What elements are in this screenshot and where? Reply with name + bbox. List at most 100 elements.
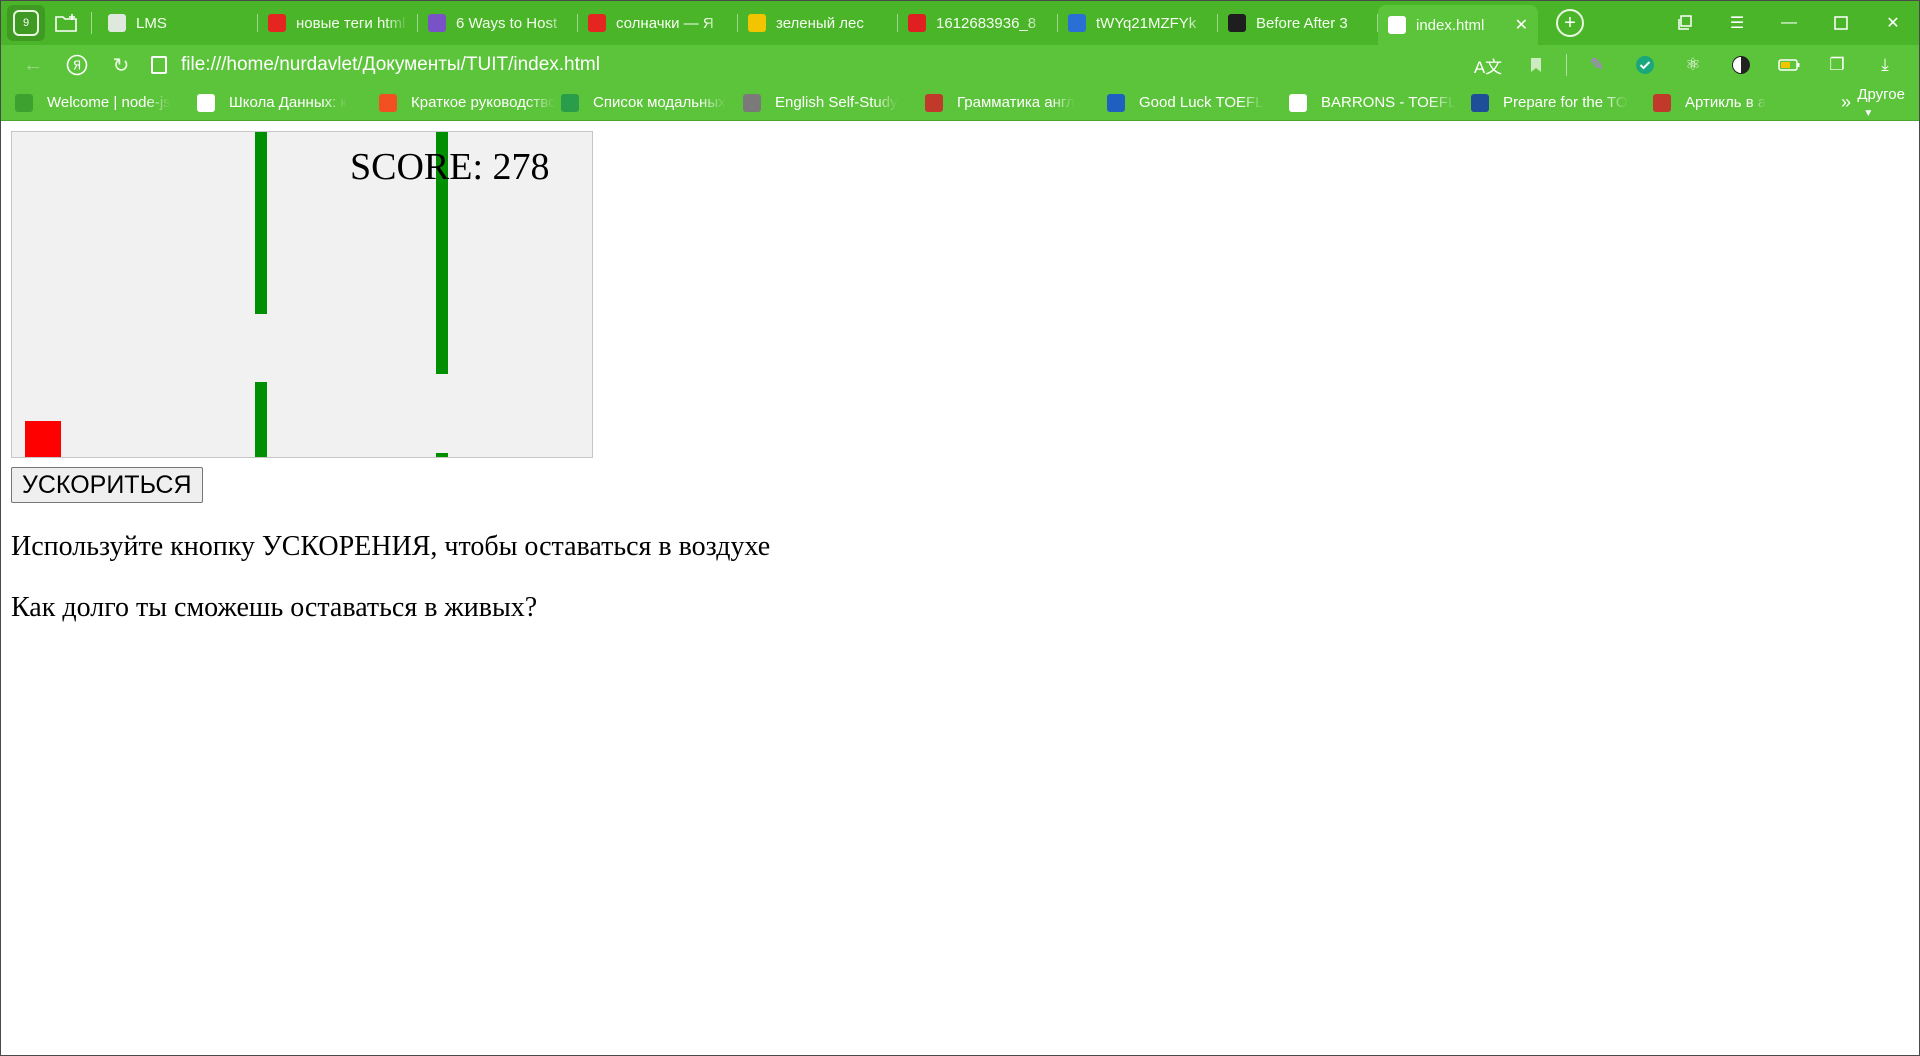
tab-3[interactable]: 6 Ways to Host xyxy=(418,4,578,42)
tab-label: tWYq21MZFYk xyxy=(1096,14,1197,32)
tab-separator xyxy=(91,12,92,34)
tab-label: зеленый лес xyxy=(776,14,864,32)
chevron-double-right-icon: » xyxy=(1841,92,1852,112)
bookmark-item[interactable]: Артикль в а xyxy=(1653,93,1835,112)
avatar-icon xyxy=(428,14,446,32)
maximize-button[interactable] xyxy=(1815,1,1867,45)
acrobat-icon xyxy=(908,14,926,32)
folder-plus-icon xyxy=(55,14,77,32)
game-canvas[interactable]: SCORE: 278 xyxy=(11,131,593,458)
a-icon xyxy=(561,93,579,112)
pipe-bottom xyxy=(255,382,267,457)
new-tab-folder-button[interactable] xyxy=(47,5,85,41)
bookmark-label: Список модальных xyxy=(593,94,726,111)
page-content: SCORE: 278 УСКОРИТЬСЯ Используйте кнопку… xyxy=(1,121,1919,1055)
bookmark-item[interactable]: Welcome | node-js xyxy=(15,93,197,112)
bookmark-label: Краткое руководство xyxy=(411,94,557,111)
bookmark-list: Welcome | node-js Школа Данных: к Краткое … xyxy=(15,93,1835,112)
translate-button[interactable]: A文 xyxy=(1464,47,1512,83)
other-bookmarks-label: Другое xyxy=(1857,85,1905,103)
bookmark-item[interactable]: Школа Данных: к xyxy=(197,93,379,112)
reload-icon: ↻ xyxy=(112,54,130,77)
bookmark-item[interactable]: Грамматика англ xyxy=(925,93,1107,112)
collections-button[interactable] xyxy=(1659,1,1711,45)
bookmarks-overflow-button[interactable]: » xyxy=(1841,92,1857,113)
boost-button[interactable]: УСКОРИТЬСЯ xyxy=(11,467,203,503)
adguard-extension-button[interactable] xyxy=(1621,47,1669,83)
close-window-button[interactable]: ✕ xyxy=(1867,1,1919,45)
bookmark-item[interactable]: Краткое руководство xyxy=(379,93,561,112)
ets-icon xyxy=(1471,93,1489,112)
node-icon xyxy=(15,93,33,112)
shield-check-icon xyxy=(1636,56,1654,74)
tab-strip: 9 LMS новые теги html 6 Ways to Host солнач… xyxy=(1,1,1919,45)
menu-button[interactable]: ☰ xyxy=(1711,1,1763,45)
yandex-icon xyxy=(268,14,286,32)
contrast-icon xyxy=(1732,56,1750,74)
tab-2[interactable]: новые теги html xyxy=(258,4,418,42)
tab-7[interactable]: tWYq21MZFYk xyxy=(1058,4,1218,42)
microsoft-icon xyxy=(379,93,397,112)
bookmark-item[interactable]: English Self-Study xyxy=(743,93,925,112)
bookmark-item[interactable]: Список модальных xyxy=(561,93,743,112)
codepen-icon xyxy=(1228,14,1246,32)
tab-label: LMS xyxy=(136,14,167,32)
feather-icon: ✎ xyxy=(1589,55,1605,74)
feather-extension-button[interactable]: ✎ xyxy=(1573,47,1621,83)
yandex-logo-icon: Я xyxy=(66,54,88,76)
reload-button[interactable]: ↻ xyxy=(99,47,143,83)
new-tab-button[interactable]: + xyxy=(1556,9,1584,37)
back-button[interactable]: ← xyxy=(11,47,55,83)
browser-window: 9 LMS новые теги html 6 Ways to Host солнач… xyxy=(0,0,1920,1056)
doc-icon xyxy=(1289,93,1307,112)
notes-button[interactable]: ❐ xyxy=(1813,47,1861,83)
bookmark-item[interactable]: BARRONS - TOEFL xyxy=(1289,93,1471,112)
downloads-button[interactable]: ⤓ xyxy=(1861,47,1909,83)
tab-8[interactable]: Before After 3 xyxy=(1218,4,1378,42)
bookmark-label: Welcome | node-js xyxy=(47,94,171,111)
tab-label: новые теги html xyxy=(296,14,406,32)
bookmark-item[interactable]: Prepare for the TO xyxy=(1471,93,1653,112)
tab-close-icon[interactable]: ✕ xyxy=(1515,15,1528,35)
lms-icon xyxy=(108,14,126,32)
bookmark-item[interactable]: Good Luck TOEFL xyxy=(1107,93,1289,112)
bookmark-label: Школа Данных: к xyxy=(229,94,348,111)
url-field[interactable]: file:///home/nurdavlet/Документы/TUIT/in… xyxy=(151,49,1464,81)
other-bookmarks-button[interactable]: Другое ▼ xyxy=(1857,86,1905,120)
yandex-button[interactable]: Я xyxy=(55,47,99,83)
bookmark-button[interactable] xyxy=(1512,47,1560,83)
bookmark-label: Prepare for the TO xyxy=(1503,94,1628,111)
url-text[interactable]: file:///home/nurdavlet/Документы/TUIT/in… xyxy=(181,54,600,76)
snowflake-icon xyxy=(197,93,215,112)
tab-label: Before After 3 xyxy=(1256,14,1348,32)
bookmark-label: English Self-Study xyxy=(775,94,898,111)
tab-label: index.html xyxy=(1416,16,1485,34)
tab-5[interactable]: зеленый лес xyxy=(738,4,898,42)
tab-label: солначки — Я xyxy=(616,14,714,32)
bookmark-label: Артикль в а xyxy=(1685,94,1767,111)
challenge-text: Как долго ты сможешь оставаться в живых? xyxy=(11,592,538,623)
close-icon: ✕ xyxy=(1886,15,1900,32)
minimize-button[interactable]: — xyxy=(1763,1,1815,45)
bookmark-label: Грамматика англ xyxy=(957,94,1075,111)
tab-9[interactable]: index.html ✕ xyxy=(1378,5,1538,45)
pipe-bottom xyxy=(436,453,448,457)
bookmark-label: BARRONS - TOEFL xyxy=(1321,94,1457,111)
battery-saver-button[interactable] xyxy=(1765,47,1813,83)
toolbar-separator xyxy=(1566,54,1567,76)
tab-1[interactable]: LMS xyxy=(98,4,258,42)
tabs-overview-button[interactable]: 9 xyxy=(7,5,45,41)
svg-text:Я: Я xyxy=(73,59,81,73)
address-bar: ← Я ↻ file:///home/nurdavlet/Документы/T… xyxy=(1,45,1919,85)
file-icon xyxy=(151,56,167,74)
tab-4[interactable]: солначки — Я xyxy=(578,4,738,42)
vk-icon xyxy=(1068,14,1086,32)
tab-list: LMS новые теги html 6 Ways to Host солначки… xyxy=(98,1,1538,45)
tab-6[interactable]: 1612683936_8 xyxy=(898,4,1058,42)
yandex-icon xyxy=(588,14,606,32)
book-icon xyxy=(1653,93,1671,112)
react-devtools-button[interactable]: ⚛ xyxy=(1669,47,1717,83)
translate-icon: A文 xyxy=(1473,57,1503,77)
maximize-icon xyxy=(1834,16,1848,30)
dark-mode-button[interactable] xyxy=(1717,47,1765,83)
